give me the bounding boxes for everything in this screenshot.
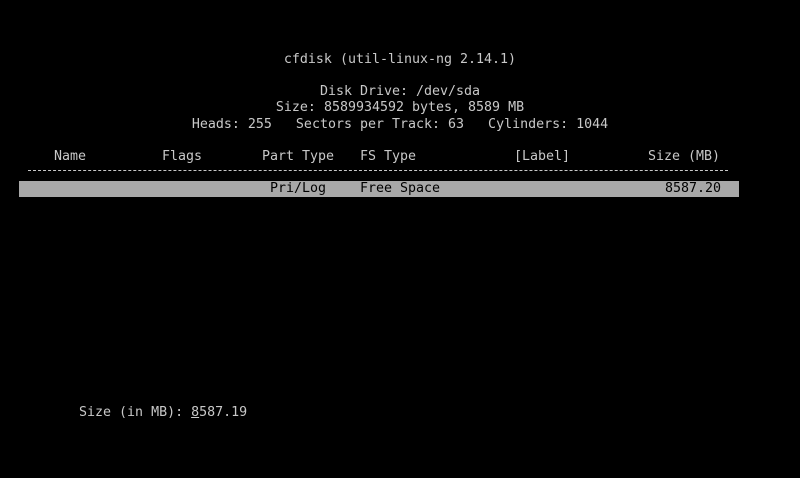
app-title: cfdisk (util-linux-ng 2.14.1) [283, 52, 517, 67]
size-prompt: Size (in MB): 8587.19 [63, 389, 247, 420]
header-divider [28, 170, 728, 172]
row-fs-type: Free Space [360, 181, 441, 196]
column-header-size: Size (MB) [648, 149, 721, 164]
disk-drive-label: Disk Drive: /dev/sda [319, 84, 481, 99]
size-input[interactable]: 8587.19 [191, 405, 247, 420]
row-part-type: Pri/Log [270, 181, 327, 196]
column-header-label: [Label] [514, 149, 571, 164]
column-header-part-type: Part Type [262, 149, 335, 164]
size-input-value: 587.19 [199, 405, 248, 420]
column-header-fs-type: FS Type [360, 149, 417, 164]
column-header-name: Name [54, 149, 87, 164]
text-cursor: 8 [191, 405, 200, 420]
table-row[interactable]: Pri/Log Free Space 8587.20 [19, 181, 739, 197]
disk-geometry-label: Heads: 255 Sectors per Track: 63 Cylinde… [191, 117, 609, 132]
disk-size-label: Size: 8589934592 bytes, 8589 MB [275, 100, 525, 115]
column-header-flags: Flags [162, 149, 203, 164]
size-prompt-label: Size (in MB): [79, 405, 192, 420]
row-size: 8587.20 [665, 181, 722, 196]
